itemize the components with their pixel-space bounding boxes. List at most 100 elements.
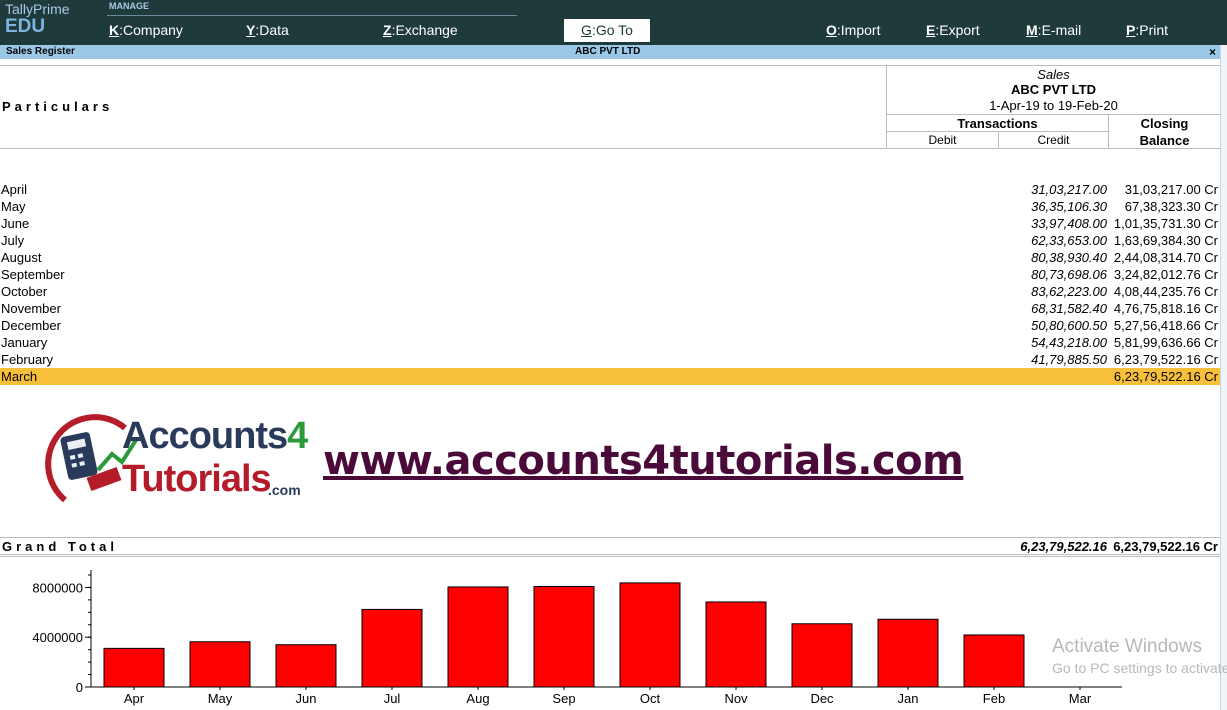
report-title-bar: Sales Register ABC PVT LTD × [0,45,1220,59]
grand-total-divider [0,554,1220,555]
menu-email[interactable]: M:E-mail [1026,22,1081,38]
x-tick-label: Jul [384,691,401,706]
row-closing: 1,63,69,384.30 Cr [1113,233,1218,248]
chart-bar [189,641,251,688]
chart-bar [447,586,509,688]
menu-print[interactable]: P:Print [1126,22,1168,38]
menu-label: Data [259,22,289,38]
row-closing: 4,76,75,818.16 Cr [1113,301,1218,316]
menu-key: O [826,22,837,38]
menu-label: Go To [595,22,633,38]
row-closing: 4,08,44,235.76 Cr [1113,284,1218,299]
x-tick-label: Dec [810,691,834,706]
menu-key: E [926,22,936,38]
tally-window: TallyPrime EDU MANAGE K:Company Y:Data Z… [0,0,1227,710]
row-closing: 3,24,82,012.76 Cr [1113,267,1218,282]
right-button-strip [1220,45,1227,710]
row-credit: 80,73,698.06 [1031,267,1107,282]
chart-bar [619,582,681,688]
row-closing: 2,44,08,314.70 Cr [1113,250,1218,265]
table-row[interactable]: April 31,03,217.00 31,03,217.00 Cr [0,181,1220,198]
menu-data[interactable]: Y:Data [246,22,289,38]
row-credit: 36,35,106.30 [1031,199,1107,214]
x-tick-label: Feb [983,691,1005,706]
menu-key: G [581,22,592,38]
row-month: May [1,199,26,214]
closing-heading: Closing [1140,116,1189,131]
row-credit: 62,33,653.00 [1031,233,1107,248]
x-tick-label: May [208,691,233,706]
row-month: March [1,369,38,384]
table-row[interactable]: August 80,38,930.40 2,44,08,314.70 Cr [0,249,1220,266]
chart-bar [275,644,337,688]
column-period: 1-Apr-19 to 19-Feb-20 [989,98,1118,113]
x-tick-label: Sep [552,691,575,706]
column-divider [886,131,1108,132]
x-tick-label: Aug [466,691,489,706]
manage-section-label: MANAGE [109,1,149,11]
grand-total-closing: 6,23,79,522.16 Cr [1113,539,1218,554]
menu-import[interactable]: O:Import [826,22,880,38]
y-tick-label: 4000000 [32,630,83,645]
menu-export[interactable]: E:Export [926,22,980,38]
table-row[interactable]: November 68,31,582.40 4,76,75,818.16 Cr [0,300,1220,317]
table-row[interactable]: December 50,80,600.50 5,27,56,418.66 Cr [0,317,1220,334]
column-title: Sales [1037,67,1070,82]
x-tick-label: Jun [296,691,317,706]
grand-total-label: Grand Total [2,539,118,554]
row-credit: 80,38,930.40 [1031,250,1107,265]
chart-bar [361,608,423,688]
row-month: October [1,284,48,299]
row-closing: 1,01,35,731.30 Cr [1113,216,1218,231]
table-row[interactable]: July 62,33,653.00 1,63,69,384.30 Cr [0,232,1220,249]
debit-heading: Debit [928,133,957,147]
table-row[interactable]: June 33,97,408.00 1,01,35,731.30 Cr [0,215,1220,232]
logo-line-1: Accounts4 [122,415,308,458]
row-credit: 33,97,408.00 [1031,216,1107,231]
app-name: TallyPrime [5,1,70,17]
table-row[interactable]: May 36,35,106.30 67,38,323.30 Cr [0,198,1220,215]
grand-total-credit: 6,23,79,522.16 [1020,539,1107,554]
menu-key: Z [383,22,392,38]
register-rows: April 31,03,217.00 31,03,217.00 Cr May 36,3… [0,181,1220,385]
row-closing: 6,23,79,522.16 Cr [1113,352,1218,367]
chart-bar [705,601,767,688]
menu-key: K [109,22,120,38]
menu-exchange[interactable]: Z:Exchange [383,22,458,38]
column-divider [886,114,1220,115]
column-company: ABC PVT LTD [1011,82,1096,97]
table-row-selected[interactable]: March 6,23,79,522.16 Cr [0,368,1220,385]
particulars-heading: Particulars [2,99,114,114]
menu-company[interactable]: K:Company [109,22,183,38]
menu-key: P [1126,22,1136,38]
logo-text-accounts: Accounts [122,415,288,457]
menu-label: Import [840,22,881,38]
row-month: August [1,250,42,265]
x-tick-label: Nov [724,691,748,706]
app-edition: EDU [5,16,46,37]
grand-total-divider [0,537,1220,538]
transactions-heading: Transactions [957,116,1038,131]
table-row[interactable]: September 80,73,698.06 3,24,82,012.76 Cr [0,266,1220,283]
row-credit: 31,03,217.00 [1031,182,1107,197]
row-month: January [1,335,48,350]
row-month: June [1,216,30,231]
chart-bar [103,647,165,688]
top-menu-bar: TallyPrime EDU MANAGE K:Company Y:Data Z… [0,0,1227,45]
table-row[interactable]: October 83,62,223.00 4,08,44,235.76 Cr [0,283,1220,300]
menu-key: Y [246,22,256,38]
goto-button[interactable]: G:Go To [564,19,650,42]
header-divider [0,65,1220,66]
y-tick-label: 8000000 [32,580,83,595]
table-row[interactable]: January 54,43,218.00 5,81,99,636.66 Cr [0,334,1220,351]
row-closing: 6,23,79,522.16 Cr [1113,369,1218,384]
header-divider [0,148,1220,149]
close-icon[interactable]: × [1209,45,1216,59]
row-closing: 5,27,56,418.66 Cr [1113,318,1218,333]
x-tick-label: Mar [1069,691,1092,706]
y-tick-label: 0 [76,680,83,695]
website-link[interactable]: www.accounts4tutorials.com [323,438,964,484]
row-credit: 50,80,600.50 [1031,318,1107,333]
logo-suffix: .com [268,482,301,498]
table-row[interactable]: February 41,79,885.50 6,23,79,522.16 Cr [0,351,1220,368]
